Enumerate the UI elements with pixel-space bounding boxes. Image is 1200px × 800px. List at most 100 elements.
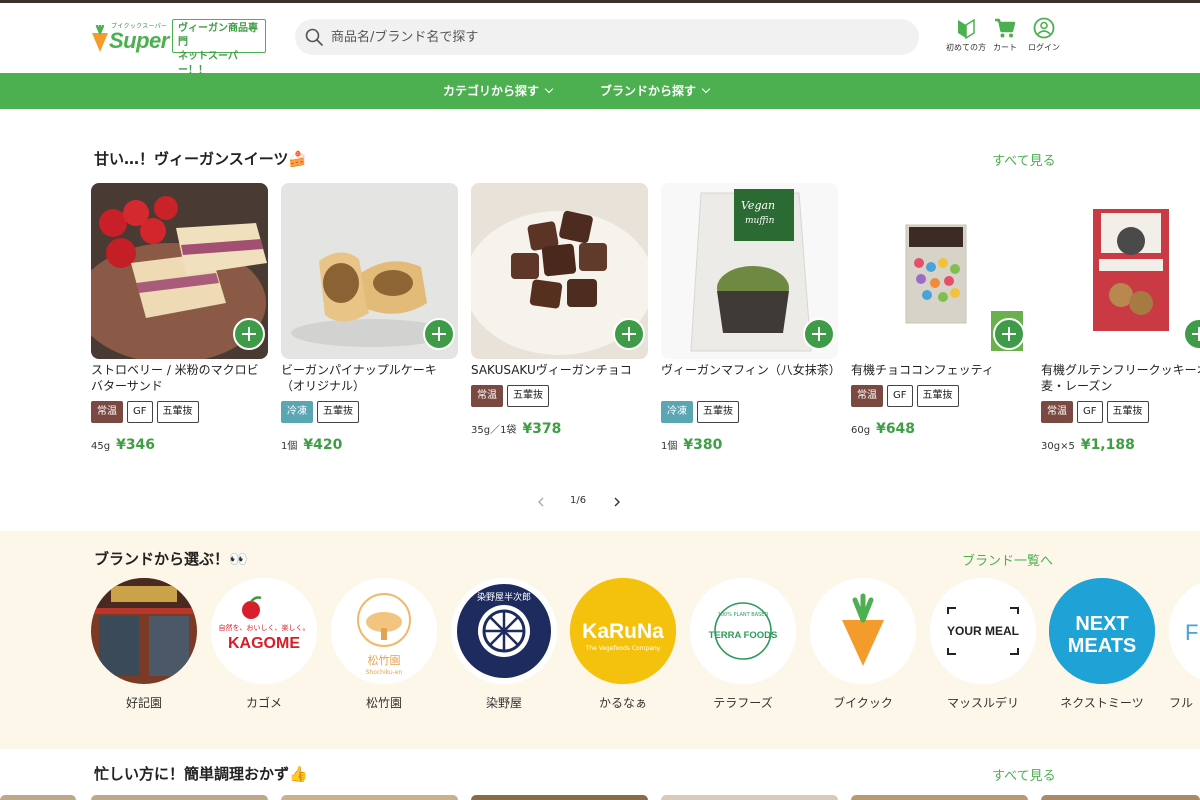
tag-room-temp: 常温 xyxy=(1041,401,1073,423)
product-card[interactable]: ストロベリー / 米粉のマクロビバターサンド 常温 GF 五葷抜 45g ¥346 xyxy=(91,183,268,463)
nav-brand-dropdown[interactable]: ブランドから探す xyxy=(600,73,711,109)
brand-name: ブイクック xyxy=(833,696,893,710)
add-to-cart-icon[interactable] xyxy=(803,318,835,350)
brand-item[interactable]: YOUR MEAL マッスルデリ xyxy=(930,578,1036,718)
tag-gokun-free: 五葷抜 xyxy=(916,385,959,407)
product-card[interactable]: ビーガンパイナップルケーキ（オリジナル） 冷凍 五葷抜 1個 ¥420 xyxy=(281,183,458,463)
quick-product-image[interactable] xyxy=(1041,795,1200,800)
product-tags: 冷凍 五葷抜 xyxy=(661,401,838,423)
quick-product-image[interactable] xyxy=(851,795,1028,800)
product-name[interactable]: SAKUSAKUヴィーガンチョコ xyxy=(471,362,648,378)
brand-list-link[interactable]: ブランド一覧へ xyxy=(962,550,1053,569)
brand-name: カゴメ xyxy=(245,696,282,710)
brand-logo-kagome[interactable]: 自然を、おいしく、楽しく。 KAGOME xyxy=(211,578,317,684)
product-price-row: 45g ¥346 xyxy=(91,434,268,453)
search-input[interactable] xyxy=(331,19,901,55)
product-image-choco-confetti[interactable] xyxy=(851,183,1028,359)
kagome-slogan: 自然を、おいしく、楽しく。 xyxy=(219,623,310,632)
product-tags: 常温 五葷抜 xyxy=(471,385,648,407)
brand-logo-karuna[interactable]: KaRuNa The Vegefoods Company xyxy=(570,578,676,684)
tag-room-temp: 常温 xyxy=(851,385,883,407)
brand-name: 好記園 xyxy=(125,696,162,710)
brand-name: ネクストミーツ xyxy=(1060,696,1144,710)
brand-item[interactable]: 好記園 xyxy=(91,578,197,718)
product-price: ¥380 xyxy=(683,437,723,453)
tag-gokun-free: 五葷抜 xyxy=(697,401,739,423)
nav-category-dropdown[interactable]: カテゴリから探す xyxy=(443,73,554,109)
quick-product-image[interactable] xyxy=(0,795,76,800)
tag-gokun-free: 五葷抜 xyxy=(317,401,359,423)
product-name[interactable]: ストロベリー / 米粉のマクロビバターサンド xyxy=(91,362,268,394)
svg-text:Vegan: Vegan xyxy=(741,199,775,212)
brand-name: マッスルデリ xyxy=(946,696,1019,710)
tag-frozen: 冷凍 xyxy=(281,401,313,423)
brand-logo-vcook[interactable] xyxy=(810,578,916,684)
product-image-pineapple-cake[interactable] xyxy=(281,183,458,359)
search-icon[interactable] xyxy=(305,28,323,46)
musclemeal-wordmark: YOUR MEAL xyxy=(947,624,1019,638)
product-tags: 常温 GF 五葷抜 xyxy=(1041,401,1200,423)
chevron-left-icon[interactable] xyxy=(537,497,545,507)
terrafoods-tagline: 100% PLANT BASED xyxy=(718,612,769,618)
add-to-cart-icon[interactable] xyxy=(423,318,455,350)
shochikuen-romaji: Shochiku-en xyxy=(366,669,403,676)
brand-logo-partial[interactable]: F xyxy=(1169,578,1200,684)
product-price: ¥420 xyxy=(303,437,343,453)
brand-item[interactable]: 松竹園 Shochiku-en 松竹園 xyxy=(331,578,437,718)
add-to-cart-icon[interactable] xyxy=(613,318,645,350)
product-quantity: 60g xyxy=(851,425,871,436)
chevron-down-icon xyxy=(544,84,554,94)
product-name[interactable]: 有機グルテンフリークッキーオーツ麦・レーズン xyxy=(1041,362,1200,394)
product-image-sakusaku-choco[interactable] xyxy=(471,183,648,359)
chevron-right-icon[interactable] xyxy=(613,497,621,507)
product-name[interactable]: ビーガンパイナップルケーキ（オリジナル） xyxy=(281,362,458,394)
product-image-strawberry-sand[interactable] xyxy=(91,183,268,359)
add-to-cart-icon[interactable] xyxy=(993,318,1025,350)
tag-gokun-free: 五葷抜 xyxy=(156,401,199,423)
product-card[interactable]: Vegan muffin ヴィーガンマフィン（八女抹茶） 冷凍 五葷抜 1個 ¥38… xyxy=(661,183,841,463)
kagome-wordmark: KAGOME xyxy=(228,635,300,652)
product-name[interactable]: ヴィーガンマフィン（八女抹茶） xyxy=(661,362,841,378)
product-image-gf-cookie[interactable] xyxy=(1041,183,1200,359)
brand-item[interactable]: 染野屋半次郎 染野屋 xyxy=(451,578,557,718)
search-bar xyxy=(295,19,919,55)
brand-logo-koukien[interactable] xyxy=(91,578,197,684)
quick-product-image[interactable] xyxy=(91,795,268,800)
brand-item[interactable]: NEXT MEATS ネクストミーツ xyxy=(1049,578,1155,718)
brand-item[interactable]: ブイクック xyxy=(810,578,916,718)
brand-logo-terrafoods[interactable]: 100% PLANT BASED TERRA FOODS xyxy=(690,578,796,684)
sweets-see-all-link[interactable]: すべて見る xyxy=(992,150,1056,169)
brand-item[interactable]: 100% PLANT BASED TERRA FOODS テラフーズ xyxy=(690,578,796,718)
product-image-vegan-muffin[interactable]: Vegan muffin xyxy=(661,183,838,359)
login-button[interactable]: ログイン xyxy=(1024,17,1064,59)
product-card[interactable]: SAKUSAKUヴィーガンチョコ 常温 五葷抜 35g／1袋 ¥378 xyxy=(471,183,648,463)
brand-logo-shochikuen[interactable]: 松竹園 Shochiku-en xyxy=(331,578,437,684)
beginner-guide-button[interactable]: 初めての方 xyxy=(946,17,986,59)
brand-name: かるなぁ xyxy=(598,696,647,710)
brand-item[interactable]: 自然を、おいしく、楽しく。 KAGOME カゴメ xyxy=(211,578,317,718)
quick-product-image[interactable] xyxy=(471,795,648,800)
quick-product-image[interactable] xyxy=(281,795,458,800)
product-name[interactable]: 有機チョココンフェッティ xyxy=(851,362,1028,378)
carousel-pager: 1/6 xyxy=(533,493,633,511)
product-tags: 常温 GF 五葷抜 xyxy=(851,385,1028,407)
brand-logo-musclemeal[interactable]: YOUR MEAL xyxy=(930,578,1036,684)
nextmeats-wordmark-line1: NEXT xyxy=(1075,613,1128,635)
product-tags: 常温 GF 五葷抜 xyxy=(91,401,268,423)
product-card[interactable]: 有機グルテンフリークッキーオーツ麦・レーズン 常温GF五葷抜 30g×5 ¥1,1… xyxy=(1041,183,1200,463)
product-card[interactable]: 有機チョココンフェッティ 常温 GF 五葷抜 60g ¥648 xyxy=(851,183,1028,463)
brand-logo-someya[interactable]: 染野屋半次郎 xyxy=(451,578,557,684)
chevron-down-icon xyxy=(701,84,711,94)
quick-see-all-link[interactable]: すべて見る xyxy=(992,765,1056,784)
beginner-guide-label: 初めての方 xyxy=(946,43,986,52)
cart-button[interactable]: カート xyxy=(985,17,1025,59)
add-to-cart-icon[interactable] xyxy=(233,318,265,350)
site-tagline: ヴィーガン商品専門 ネットスーパー！！ xyxy=(172,19,266,76)
brand-item[interactable]: F フル xyxy=(1169,578,1200,718)
product-price: ¥346 xyxy=(116,437,156,453)
brand-logo-nextmeats[interactable]: NEXT MEATS xyxy=(1049,578,1155,684)
product-quantity: 1個 xyxy=(661,441,678,452)
brand-item[interactable]: KaRuNa The Vegefoods Company かるなぁ xyxy=(570,578,676,718)
quick-product-image[interactable] xyxy=(661,795,838,800)
site-logo[interactable]: ブイクックスーパー Super xyxy=(89,19,169,59)
